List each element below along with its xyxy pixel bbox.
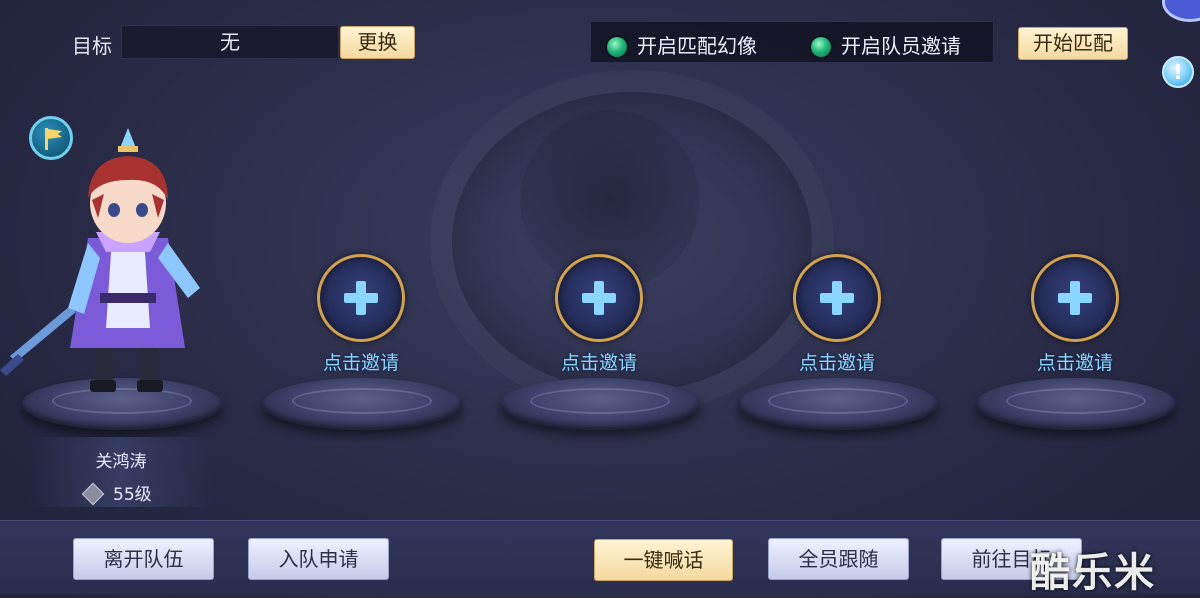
option-match-phantom[interactable]: 开启匹配幻像 [607,30,757,59]
invite-slot-button[interactable] [317,254,405,342]
target-field: 无 [121,25,339,59]
corner-menu-icon[interactable] [1162,0,1200,22]
start-match-button[interactable]: 开始匹配 [1018,27,1128,60]
player-character-avatar[interactable] [0,128,240,408]
invite-pedestal [500,378,700,430]
player-info-card: 关鸿涛 55级 [30,437,212,507]
invite-slot-button[interactable] [793,254,881,342]
plus-icon [1058,281,1092,315]
invite-slot-label[interactable]: 点击邀请 [529,348,669,375]
invite-pedestal [738,378,938,430]
invite-slot-button[interactable] [1031,254,1119,342]
join-request-button[interactable]: 入队申请 [248,538,389,580]
player-level: 55级 [81,480,152,506]
player-name: 关鸿涛 [95,452,147,472]
player-level-value: 55级 [113,485,152,505]
leave-team-button[interactable]: 离开队伍 [73,538,214,580]
option-member-invite-label: 开启队员邀请 [841,34,961,58]
invite-slot-label[interactable]: 点击邀请 [1005,348,1145,375]
green-toggle-icon[interactable] [607,37,627,57]
option-member-invite[interactable]: 开启队员邀请 [811,30,961,59]
target-label: 目标 [72,34,112,58]
plus-icon [820,281,854,315]
invite-slot-label[interactable]: 点击邀请 [291,348,431,375]
plus-icon [582,281,616,315]
invite-pedestal [262,378,462,430]
watermark-logo: 酷乐米 [1030,550,1156,596]
green-toggle-icon[interactable] [811,37,831,57]
level-badge-icon [81,482,105,506]
one-key-shout-button[interactable]: 一键喊话 [594,539,733,581]
all-follow-button[interactable]: 全员跟随 [768,538,909,580]
invite-slot-button[interactable] [555,254,643,342]
plus-icon [344,281,378,315]
invite-slot-label[interactable]: 点击邀请 [767,348,907,375]
invite-pedestal [976,378,1176,430]
change-target-button[interactable]: 更换 [340,26,415,59]
info-icon[interactable]: ! [1162,56,1194,88]
option-match-phantom-label: 开启匹配幻像 [637,34,757,58]
match-options-panel: 开启匹配幻像 开启队员邀请 [590,21,994,63]
